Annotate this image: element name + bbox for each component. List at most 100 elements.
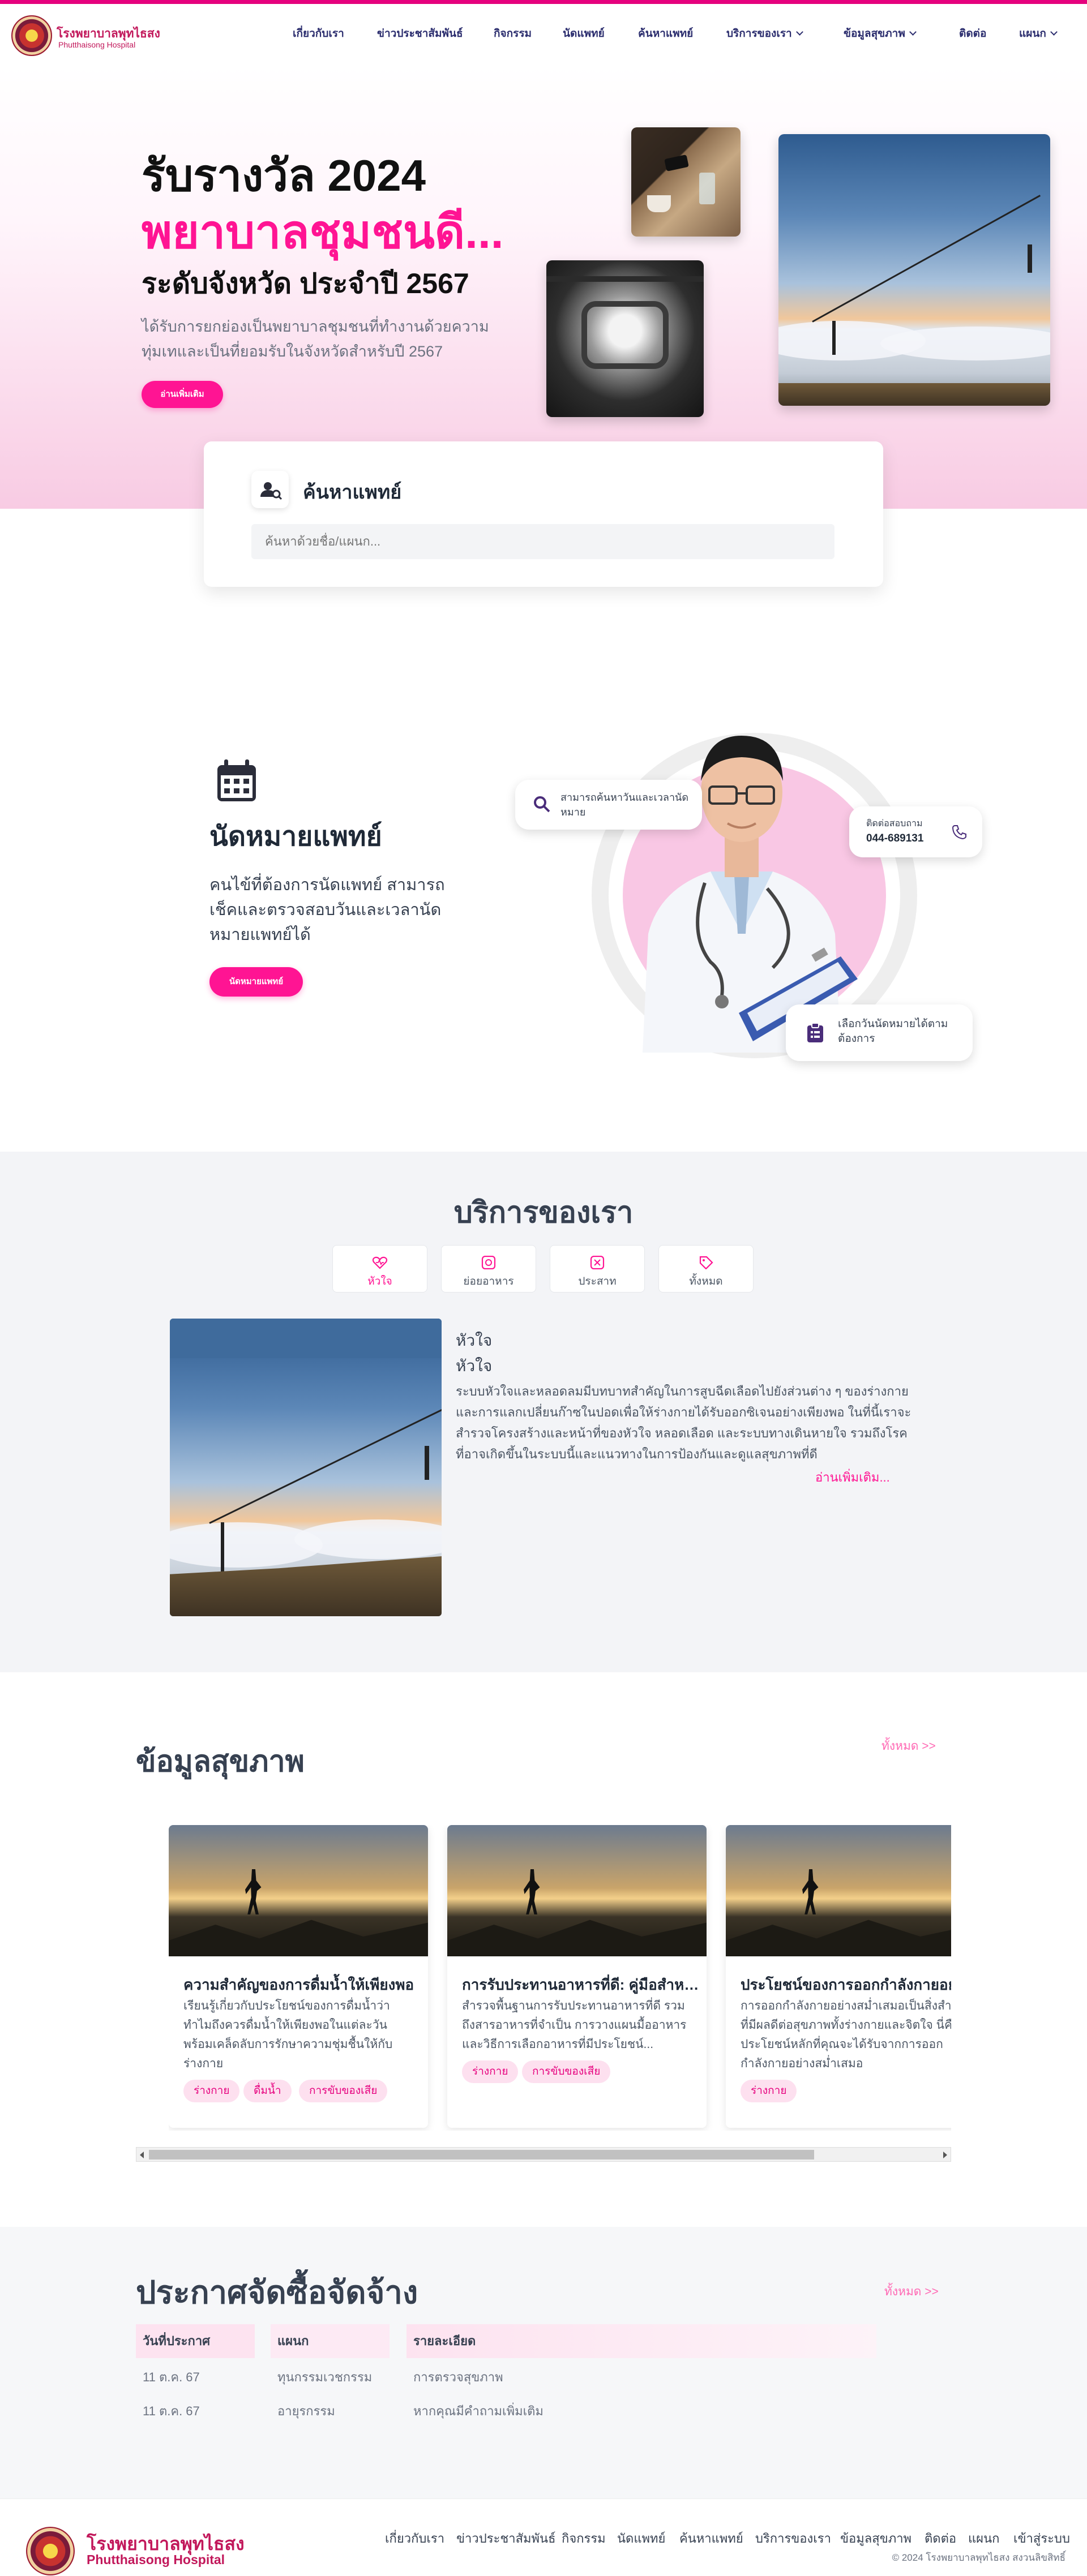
footer-link-health-info[interactable]: ข้อมูลสุขภาพ [840, 2528, 911, 2548]
clipboard-icon [807, 1023, 823, 1042]
doctor-search-card: ค้นหาแพทย์ [204, 441, 883, 587]
footer-link-services[interactable]: บริการของเรา [755, 2528, 831, 2548]
float-card-contact-phone: 044-689131 [866, 832, 924, 844]
doctor-search-icon [251, 471, 289, 508]
chevron-down-icon [795, 28, 803, 36]
doctor-search-title: ค้นหาแพทย์ [303, 482, 402, 503]
mountain-shape [447, 1920, 707, 1956]
nav-services[interactable]: บริการของเรา [726, 25, 803, 41]
footer-logo[interactable] [26, 2527, 75, 2575]
nav-activities[interactable]: กิจกรรม [494, 25, 532, 41]
jumper-figure [524, 1869, 540, 1914]
window-frame [581, 301, 669, 369]
footer-link-contact[interactable]: ติดต่อ [925, 2528, 956, 2548]
service-body: ระบบหัวใจและหลอดลมมีบทบาทสำคัญในการสูบฉี… [456, 1384, 911, 1461]
card-description: สำรวจพื้นฐานการรับประทานอาหารที่ดี รวมถึ… [462, 1999, 687, 2051]
hero-read-more-button[interactable]: อ่านเพิ่มเติม [142, 381, 223, 408]
cloud [880, 327, 1050, 360]
table-cell-detail[interactable]: การตรวจสุขภาพ [406, 2362, 503, 2393]
float-card-choose-text: เลือกวันนัดหมายได้ตามต้องการ [838, 1018, 948, 1045]
service-read-more-link[interactable]: อ่านเพิ่มเติม... [815, 1467, 890, 1487]
tab-label: ประสาท [578, 1276, 617, 1287]
health-card[interactable]: ประโยชน์ของการออกกำลังกายอย่างสม่ำเสมอ ก… [726, 1825, 951, 2128]
nav-find-doctor[interactable]: ค้นหาแพทย์ [638, 25, 693, 41]
card-tag[interactable]: ร่างกาย [183, 2080, 240, 2102]
float-card-search: สามารถค้นหาวันและเวลานัดหมาย [515, 780, 702, 830]
scroll-left-arrow-icon[interactable] [140, 2152, 144, 2158]
window-bar [546, 276, 704, 282]
table-header-detail: รายละเอียด [406, 2324, 876, 2358]
nav-health-info[interactable]: ข้อมูลสุขภาพ [844, 25, 917, 41]
appointment-button[interactable]: นัดหมายแพทย์ [209, 967, 303, 997]
service-heading: หัวใจ [456, 1332, 493, 1349]
hospital-logo[interactable] [11, 15, 52, 56]
nav-label: กิจกรรม [494, 28, 532, 40]
heart-icon [372, 1256, 388, 1269]
footer-link-appointment[interactable]: นัดแพทย์ [617, 2528, 665, 2548]
hero-photo-cafe [631, 127, 741, 237]
doctor-search-input[interactable] [251, 524, 834, 559]
footer-link-departments[interactable]: แผนก [968, 2528, 999, 2548]
mountain-shape [726, 1920, 951, 1956]
health-see-all-link[interactable]: ทั้งหมด >> [881, 1737, 936, 1755]
table-header-date: วันที่ประกาศ [136, 2324, 255, 2358]
nav-label: แผนก [1019, 28, 1046, 40]
ground [778, 383, 1050, 406]
card-description: การออกกำลังกายอย่างสม่ำเสมอเป็นสิ่งสำคัญ… [741, 1999, 951, 2070]
tab-heart[interactable]: หัวใจ [332, 1245, 427, 1293]
health-cards-scroller[interactable]: ความสำคัญของการดื่มน้ำให้เพียงพอ เรียนรู… [169, 1825, 951, 2131]
card-title: การรับประทานอาหารที่ดี: คู่มือสำหรับ... [462, 1976, 705, 1993]
footer-link-news[interactable]: ข่าวประชาสัมพันธ์ [456, 2528, 556, 2548]
table-cell-detail[interactable]: หากคุณมีคำถามเพิ่มเติม [406, 2395, 544, 2427]
table-cell-date: 11 ต.ค. 67 [143, 2404, 200, 2418]
footer-link-find-doctor[interactable]: ค้นหาแพทย์ [679, 2528, 743, 2548]
card-tag[interactable]: ดื่มน้ำ [243, 2080, 292, 2102]
chevron-down-icon [1050, 28, 1058, 36]
footer-link-about[interactable]: เกี่ยวกับเรา [385, 2528, 444, 2548]
footer-link-login[interactable]: เข้าสู่ระบบ [1013, 2528, 1070, 2548]
health-title: ข้อมูลสุขภาพ [136, 1745, 305, 1778]
health-card[interactable]: การรับประทานอาหารที่ดี: คู่มือสำหรับ... … [447, 1825, 707, 2128]
scroll-right-arrow-icon[interactable] [943, 2152, 947, 2158]
float-card-contact[interactable]: ติดต่อสอบถาม 044-689131 [849, 806, 982, 857]
nav-contact[interactable]: ติดต่อ [959, 25, 986, 41]
nav-departments[interactable]: แผนก [1019, 25, 1058, 41]
nav-appointment[interactable]: นัดแพทย์ [563, 25, 605, 41]
card-tag[interactable]: ร่างกาย [741, 2080, 797, 2102]
card-title: ความสำคัญของการดื่มน้ำให้เพียงพอ [183, 1976, 414, 1993]
tab-all[interactable]: ทั้งหมด [658, 1245, 754, 1293]
sky-band [170, 1319, 442, 1358]
hero-photo-mountain [778, 134, 1050, 406]
services-title: บริการของเรา [453, 1196, 634, 1229]
card-tag[interactable]: การขับของเสีย [522, 2060, 611, 2083]
lift-pole [1028, 244, 1032, 273]
tab-neuro[interactable]: ประสาท [550, 1245, 645, 1293]
float-card-search-text: สามารถค้นหาวันและเวลานัดหมาย [560, 792, 689, 818]
nav-label: เกี่ยวกับเรา [293, 28, 344, 40]
card-tag[interactable]: การขับของเสีย [299, 2080, 388, 2102]
navbar: โรงพยาบาลพุทไธสง Phutthaisong Hospital [0, 4, 1087, 66]
card-tag[interactable]: ร่างกาย [462, 2060, 519, 2083]
footer-copyright: © 2024 โรงพยาบาลพุทไธสง สงวนลิขสิทธิ์ [892, 2552, 1065, 2563]
tab-label: ย่อยอาหาร [463, 1276, 514, 1287]
mountain-shape [169, 1920, 428, 1956]
hero-title-line3: ระดับจังหวัด ประจำปี 2567 [142, 268, 469, 299]
procurement-see-all-link[interactable]: ทั้งหมด >> [884, 2282, 939, 2301]
tab-digestion[interactable]: ย่อยอาหาร [441, 1245, 536, 1293]
footer-brand-en: Phutthaisong Hospital [87, 2552, 225, 2567]
nav-news[interactable]: ข่าวประชาสัมพันธ์ [377, 25, 463, 41]
appointment-title: นัดหมายแพทย์ [209, 822, 382, 852]
nav-about[interactable]: เกี่ยวกับเรา [293, 25, 344, 41]
lift-cable [209, 1408, 442, 1524]
horizontal-scrollbar[interactable] [136, 2147, 951, 2162]
brain-icon [590, 1256, 605, 1269]
footer-link-activities[interactable]: กิจกรรม [562, 2528, 606, 2548]
phone-icon [952, 825, 966, 840]
tab-label: หัวใจ [367, 1276, 392, 1287]
nav-label: บริการของเรา [726, 28, 792, 40]
scrollbar-thumb[interactable] [149, 2150, 814, 2159]
jumper-figure [802, 1869, 819, 1914]
brand-name-en[interactable]: Phutthaisong Hospital [58, 40, 135, 49]
health-card[interactable]: ความสำคัญของการดื่มน้ำให้เพียงพอ เรียนรู… [169, 1825, 428, 2128]
lift-pole [425, 1446, 429, 1480]
